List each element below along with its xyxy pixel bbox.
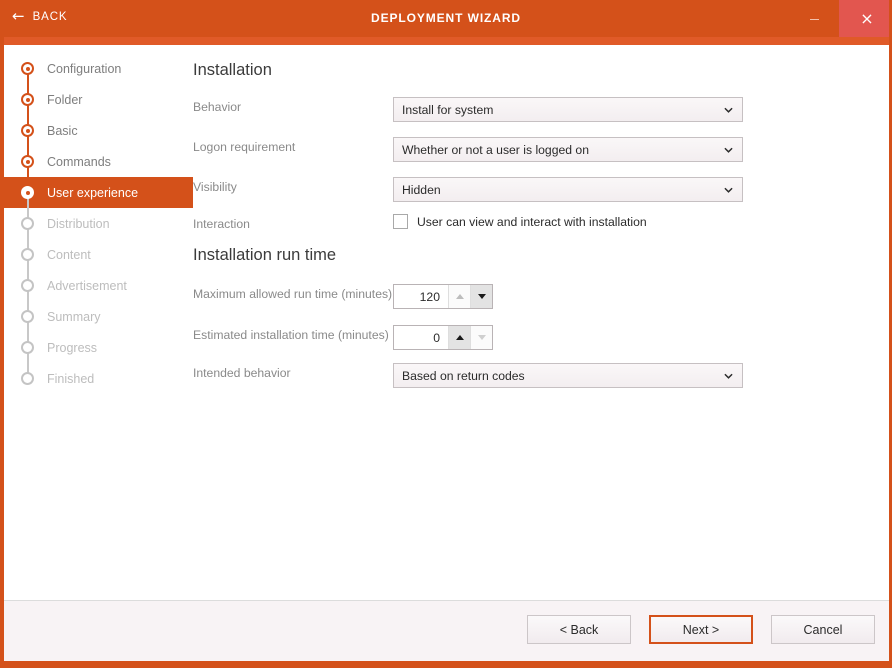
footer-button-group: < Back Next > Cancel <box>527 615 875 644</box>
estimated-time-label: Estimated installation time (minutes) <box>193 328 389 342</box>
main-content: Installation Behavior Install for system… <box>193 45 889 593</box>
caret-up-icon <box>456 335 464 340</box>
installation-section-heading: Installation <box>193 61 272 80</box>
field-row-estimated-time: Estimated installation time (minutes) 0 <box>193 325 889 351</box>
sidebar-item-label: Summary <box>47 310 100 324</box>
sidebar-item-basic[interactable]: Basic <box>0 115 195 146</box>
step-bullet-icon <box>21 155 34 168</box>
max-run-time-increment-button[interactable] <box>448 285 470 308</box>
sidebar-item-label: Progress <box>47 341 97 355</box>
sidebar-item-label: Distribution <box>47 217 110 231</box>
next-button[interactable]: Next > <box>649 615 753 644</box>
close-button[interactable]: × <box>839 0 892 37</box>
intended-behavior-value: Based on return codes <box>394 369 525 383</box>
logon-requirement-label: Logon requirement <box>193 140 295 154</box>
max-run-time-decrement-button[interactable] <box>470 285 492 308</box>
field-row-max-run-time: Maximum allowed run time (minutes) 120 <box>193 284 889 310</box>
field-row-interaction: Interaction User can view and interact w… <box>193 214 889 240</box>
sidebar-item-label: Commands <box>47 155 111 169</box>
field-row-visibility: Visibility Hidden <box>193 177 889 203</box>
sidebar-item-user-experience[interactable]: User experience <box>0 177 195 208</box>
chevron-down-icon <box>724 371 733 380</box>
wizard-step-sidebar: Configuration Folder Basic Commands <box>0 45 195 600</box>
sidebar-item-label: Configuration <box>47 62 121 76</box>
sidebar-item-summary[interactable]: Summary <box>0 301 195 332</box>
interaction-label: Interaction <box>193 217 250 231</box>
sidebar-item-advertisement[interactable]: Advertisement <box>0 270 195 301</box>
step-bullet-icon <box>21 372 34 385</box>
step-bullet-icon <box>21 217 34 230</box>
field-row-behavior: Behavior Install for system <box>193 97 889 123</box>
estimated-time-increment-button[interactable] <box>448 326 470 349</box>
logon-requirement-dropdown[interactable]: Whether or not a user is logged on <box>393 137 743 162</box>
step-bullet-icon <box>21 341 34 354</box>
chevron-down-icon <box>724 185 733 194</box>
titlebar-accent-band <box>0 37 892 45</box>
step-bullet-icon <box>21 310 34 323</box>
max-run-time-label: Maximum allowed run time (minutes) <box>193 287 392 301</box>
minimize-icon <box>810 19 819 20</box>
behavior-label: Behavior <box>193 100 241 114</box>
intended-behavior-label: Intended behavior <box>193 366 291 380</box>
visibility-dropdown[interactable]: Hidden <box>393 177 743 202</box>
sidebar-item-label: Finished <box>47 372 94 386</box>
sidebar-item-label: Content <box>47 248 91 262</box>
intended-behavior-dropdown[interactable]: Based on return codes <box>393 363 743 388</box>
chevron-down-icon <box>724 105 733 114</box>
visibility-value: Hidden <box>394 183 441 197</box>
step-bullet-icon <box>21 62 34 75</box>
sidebar-item-label: Advertisement <box>47 279 127 293</box>
sidebar-item-label: User experience <box>47 186 138 200</box>
step-bullet-icon <box>21 186 34 199</box>
max-run-time-spinner[interactable]: 120 <box>393 284 493 309</box>
sidebar-item-progress[interactable]: Progress <box>0 332 195 363</box>
sidebar-item-content[interactable]: Content <box>0 239 195 270</box>
estimated-time-spinner[interactable]: 0 <box>393 325 493 350</box>
visibility-label: Visibility <box>193 180 237 194</box>
wizard-step-list: Configuration Folder Basic Commands <box>0 45 195 394</box>
sidebar-item-finished[interactable]: Finished <box>0 363 195 394</box>
max-run-time-input[interactable]: 120 <box>394 285 448 308</box>
field-row-logon-requirement: Logon requirement Whether or not a user … <box>193 137 889 163</box>
caret-up-icon <box>456 294 464 299</box>
behavior-dropdown[interactable]: Install for system <box>393 97 743 122</box>
sidebar-item-distribution[interactable]: Distribution <box>0 208 195 239</box>
step-bullet-icon <box>21 248 34 261</box>
interaction-checkbox[interactable] <box>393 214 408 229</box>
estimated-time-input[interactable]: 0 <box>394 326 448 349</box>
chevron-down-icon <box>724 145 733 154</box>
run-time-section-heading: Installation run time <box>193 246 336 265</box>
interaction-checkbox-label: User can view and interact with installa… <box>417 215 647 229</box>
sidebar-item-label: Folder <box>47 93 82 107</box>
page-title: DEPLOYMENT WIZARD <box>0 11 892 25</box>
wizard-footer: < Back Next > Cancel <box>0 600 892 668</box>
back-button[interactable]: < Back <box>527 615 631 644</box>
behavior-value: Install for system <box>394 103 493 117</box>
field-row-intended-behavior: Intended behavior Based on return codes <box>193 363 889 389</box>
logon-requirement-value: Whether or not a user is logged on <box>394 143 589 157</box>
deployment-wizard-window: ← BACK DEPLOYMENT WIZARD × Configuration <box>0 0 892 668</box>
estimated-time-decrement-button[interactable] <box>470 326 492 349</box>
sidebar-item-label: Basic <box>47 124 78 138</box>
step-bullet-icon <box>21 279 34 292</box>
step-bullet-icon <box>21 124 34 137</box>
sidebar-item-commands[interactable]: Commands <box>0 146 195 177</box>
cancel-button[interactable]: Cancel <box>771 615 875 644</box>
close-icon: × <box>860 11 873 27</box>
step-bullet-icon <box>21 93 34 106</box>
title-bar: ← BACK DEPLOYMENT WIZARD × <box>0 0 892 37</box>
sidebar-item-configuration[interactable]: Configuration <box>0 53 195 84</box>
minimize-button[interactable] <box>798 0 830 30</box>
sidebar-item-folder[interactable]: Folder <box>0 84 195 115</box>
caret-down-icon <box>478 335 486 340</box>
caret-down-icon <box>478 294 486 299</box>
